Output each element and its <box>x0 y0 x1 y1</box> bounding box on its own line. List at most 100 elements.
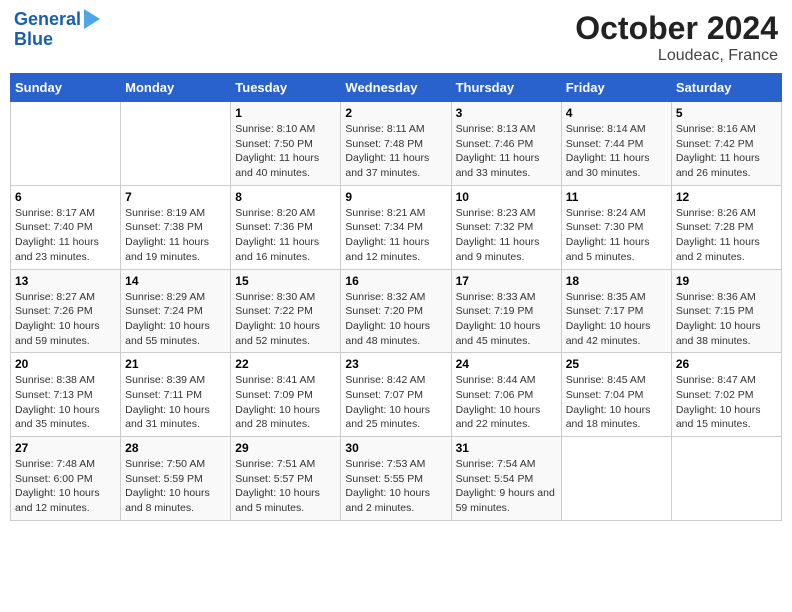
day-number: 23 <box>345 357 446 371</box>
day-info: Sunrise: 8:26 AM Sunset: 7:28 PM Dayligh… <box>676 206 777 265</box>
week-row-2: 13 Sunrise: 8:27 AM Sunset: 7:26 PM Dayli… <box>11 269 782 353</box>
day-number: 30 <box>345 441 446 455</box>
day-number: 13 <box>15 274 116 288</box>
day-info: Sunrise: 7:50 AM Sunset: 5:59 PM Dayligh… <box>125 457 226 516</box>
week-row-1: 6 Sunrise: 8:17 AM Sunset: 7:40 PM Daylig… <box>11 185 782 269</box>
day-number: 5 <box>676 106 777 120</box>
logo-arrow-icon <box>84 9 100 29</box>
day-info: Sunrise: 8:33 AM Sunset: 7:19 PM Dayligh… <box>456 290 557 349</box>
day-info: Sunrise: 7:53 AM Sunset: 5:55 PM Dayligh… <box>345 457 446 516</box>
day-info: Sunrise: 8:27 AM Sunset: 7:26 PM Dayligh… <box>15 290 116 349</box>
day-cell: 7Sunrise: 8:19 AM Sunset: 7:38 PM Daylig… <box>121 185 231 269</box>
day-info: Sunrise: 8:47 AM Sunset: 7:02 PM Dayligh… <box>676 373 777 432</box>
day-info: Sunrise: 7:48 AM Sunset: 6:00 PM Dayligh… <box>15 457 116 516</box>
day-info: Sunrise: 8:39 AM Sunset: 7:11 PM Dayligh… <box>125 373 226 432</box>
title-block: October 2024 Loudeac, France <box>575 10 778 65</box>
calendar-title: October 2024 <box>575 10 778 47</box>
day-cell <box>11 102 121 186</box>
logo: General Blue <box>14 10 100 50</box>
day-number: 17 <box>456 274 557 288</box>
day-cell: 8Sunrise: 8:20 AM Sunset: 7:36 PM Daylig… <box>231 185 341 269</box>
day-cell: 28 Sunrise: 7:50 AM Sunset: 5:59 PM Dayli… <box>121 437 231 521</box>
header-friday: Friday <box>561 74 671 102</box>
header-saturday: Saturday <box>671 74 781 102</box>
day-info: Sunrise: 8:11 AM Sunset: 7:48 PM Dayligh… <box>345 122 446 181</box>
day-cell: 3 Sunrise: 8:13 AM Sunset: 7:46 PM Daylig… <box>451 102 561 186</box>
day-number: 29 <box>235 441 336 455</box>
day-number: 31 <box>456 441 557 455</box>
day-number: 14 <box>125 274 226 288</box>
header-monday: Monday <box>121 74 231 102</box>
day-number: 3 <box>456 106 557 120</box>
day-info: Sunrise: 7:51 AM Sunset: 5:57 PM Dayligh… <box>235 457 336 516</box>
day-cell: 17 Sunrise: 8:33 AM Sunset: 7:19 PM Dayli… <box>451 269 561 353</box>
day-info: Sunrise: 8:35 AM Sunset: 7:17 PM Dayligh… <box>566 290 667 349</box>
day-cell: 26Sunrise: 8:47 AM Sunset: 7:02 PM Dayli… <box>671 353 781 437</box>
day-info: Sunrise: 8:36 AM Sunset: 7:15 PM Dayligh… <box>676 290 777 349</box>
logo-text: General <box>14 10 81 30</box>
day-cell: 11 Sunrise: 8:24 AM Sunset: 7:30 PM Dayli… <box>561 185 671 269</box>
day-info: Sunrise: 8:42 AM Sunset: 7:07 PM Dayligh… <box>345 373 446 432</box>
day-cell: 23 Sunrise: 8:42 AM Sunset: 7:07 PM Dayli… <box>341 353 451 437</box>
day-cell: 21Sunrise: 8:39 AM Sunset: 7:11 PM Dayli… <box>121 353 231 437</box>
header-sunday: Sunday <box>11 74 121 102</box>
day-cell: 16Sunrise: 8:32 AM Sunset: 7:20 PM Dayli… <box>341 269 451 353</box>
day-cell: 31Sunrise: 7:54 AM Sunset: 5:54 PM Dayli… <box>451 437 561 521</box>
day-cell: 14 Sunrise: 8:29 AM Sunset: 7:24 PM Dayli… <box>121 269 231 353</box>
day-cell: 18 Sunrise: 8:35 AM Sunset: 7:17 PM Dayli… <box>561 269 671 353</box>
day-info: Sunrise: 8:14 AM Sunset: 7:44 PM Dayligh… <box>566 122 667 181</box>
day-number: 28 <box>125 441 226 455</box>
day-cell: 27Sunrise: 7:48 AM Sunset: 6:00 PM Dayli… <box>11 437 121 521</box>
day-number: 12 <box>676 190 777 204</box>
day-info: Sunrise: 8:20 AM Sunset: 7:36 PM Dayligh… <box>235 206 336 265</box>
day-info: Sunrise: 8:24 AM Sunset: 7:30 PM Dayligh… <box>566 206 667 265</box>
day-cell: 25Sunrise: 8:45 AM Sunset: 7:04 PM Dayli… <box>561 353 671 437</box>
day-number: 24 <box>456 357 557 371</box>
day-info: Sunrise: 8:30 AM Sunset: 7:22 PM Dayligh… <box>235 290 336 349</box>
day-cell: 1 Sunrise: 8:10 AM Sunset: 7:50 PM Daylig… <box>231 102 341 186</box>
day-info: Sunrise: 8:21 AM Sunset: 7:34 PM Dayligh… <box>345 206 446 265</box>
day-info: Sunrise: 8:17 AM Sunset: 7:40 PM Dayligh… <box>15 206 116 265</box>
day-info: Sunrise: 8:29 AM Sunset: 7:24 PM Dayligh… <box>125 290 226 349</box>
logo-blue-text: Blue <box>14 30 100 50</box>
day-info: Sunrise: 8:44 AM Sunset: 7:06 PM Dayligh… <box>456 373 557 432</box>
day-number: 1 <box>235 106 336 120</box>
day-info: Sunrise: 8:23 AM Sunset: 7:32 PM Dayligh… <box>456 206 557 265</box>
day-number: 20 <box>15 357 116 371</box>
day-number: 16 <box>345 274 446 288</box>
header-thursday: Thursday <box>451 74 561 102</box>
calendar-header-row: SundayMondayTuesdayWednesdayThursdayFrid… <box>11 74 782 102</box>
day-number: 19 <box>676 274 777 288</box>
calendar-table: SundayMondayTuesdayWednesdayThursdayFrid… <box>10 73 782 521</box>
day-cell <box>561 437 671 521</box>
day-number: 15 <box>235 274 336 288</box>
day-info: Sunrise: 8:16 AM Sunset: 7:42 PM Dayligh… <box>676 122 777 181</box>
day-cell: 24 Sunrise: 8:44 AM Sunset: 7:06 PM Dayli… <box>451 353 561 437</box>
day-number: 10 <box>456 190 557 204</box>
header-wednesday: Wednesday <box>341 74 451 102</box>
day-number: 11 <box>566 190 667 204</box>
day-cell: 2 Sunrise: 8:11 AM Sunset: 7:48 PM Daylig… <box>341 102 451 186</box>
day-info: Sunrise: 8:10 AM Sunset: 7:50 PM Dayligh… <box>235 122 336 181</box>
day-cell: 29 Sunrise: 7:51 AM Sunset: 5:57 PM Dayli… <box>231 437 341 521</box>
day-number: 9 <box>345 190 446 204</box>
calendar-subtitle: Loudeac, France <box>575 47 778 65</box>
day-cell <box>121 102 231 186</box>
day-cell: 13 Sunrise: 8:27 AM Sunset: 7:26 PM Dayli… <box>11 269 121 353</box>
header-tuesday: Tuesday <box>231 74 341 102</box>
day-number: 6 <box>15 190 116 204</box>
day-info: Sunrise: 8:13 AM Sunset: 7:46 PM Dayligh… <box>456 122 557 181</box>
page-header: General Blue October 2024 Loudeac, Franc… <box>10 10 782 65</box>
day-number: 18 <box>566 274 667 288</box>
day-cell: 10 Sunrise: 8:23 AM Sunset: 7:32 PM Dayli… <box>451 185 561 269</box>
day-cell <box>671 437 781 521</box>
day-cell: 20Sunrise: 8:38 AM Sunset: 7:13 PM Dayli… <box>11 353 121 437</box>
day-info: Sunrise: 8:19 AM Sunset: 7:38 PM Dayligh… <box>125 206 226 265</box>
day-cell: 15 Sunrise: 8:30 AM Sunset: 7:22 PM Dayli… <box>231 269 341 353</box>
day-number: 2 <box>345 106 446 120</box>
day-number: 22 <box>235 357 336 371</box>
day-cell: 30 Sunrise: 7:53 AM Sunset: 5:55 PM Dayli… <box>341 437 451 521</box>
day-cell: 12 Sunrise: 8:26 AM Sunset: 7:28 PM Dayli… <box>671 185 781 269</box>
day-number: 4 <box>566 106 667 120</box>
day-info: Sunrise: 8:41 AM Sunset: 7:09 PM Dayligh… <box>235 373 336 432</box>
